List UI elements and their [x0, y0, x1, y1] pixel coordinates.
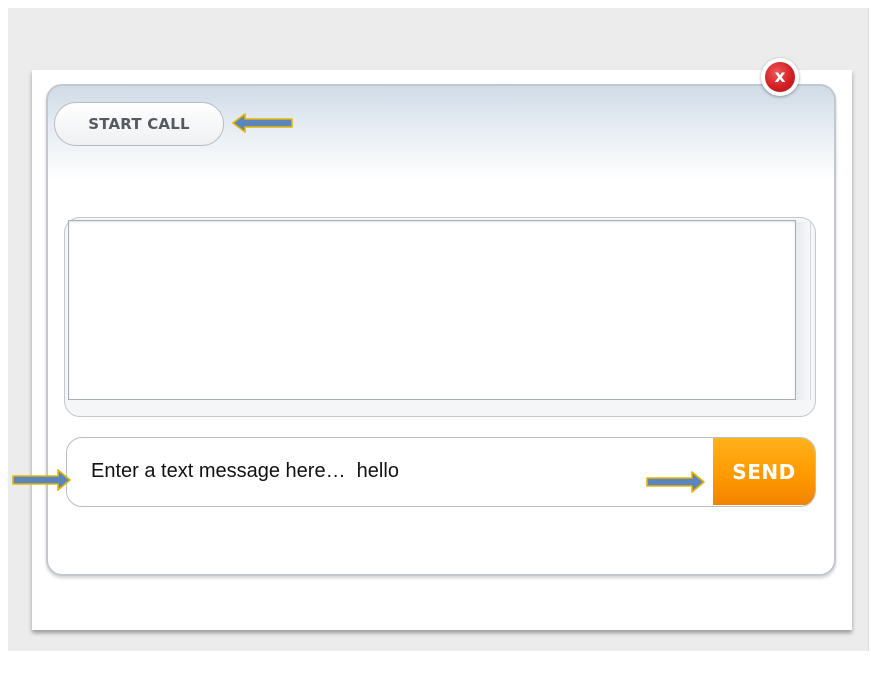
arrow-icon	[12, 469, 71, 491]
chat-scrollbar[interactable]	[796, 222, 811, 400]
send-button[interactable]: SEND	[713, 438, 815, 505]
screenshot-canvas: x START CALL SEND	[0, 0, 871, 673]
chat-transcript[interactable]	[68, 220, 796, 400]
message-input[interactable]	[67, 438, 715, 505]
arrow-icon	[646, 471, 705, 493]
start-call-button[interactable]: START CALL	[54, 102, 224, 146]
arrow-icon	[232, 113, 293, 133]
close-button[interactable]: x	[761, 58, 799, 96]
close-icon: x	[765, 62, 795, 92]
